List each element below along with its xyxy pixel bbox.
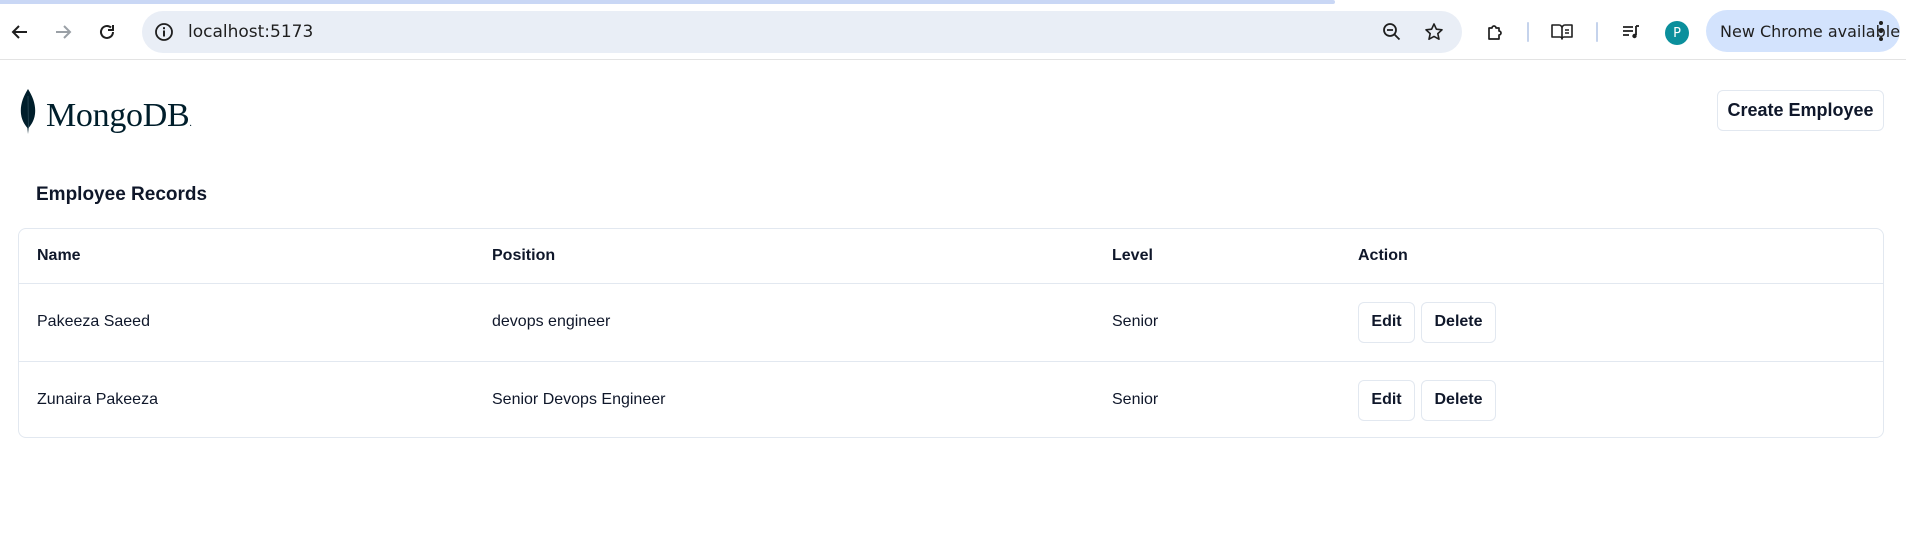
star-icon[interactable]	[1422, 20, 1446, 44]
media-queue-icon	[1623, 25, 1639, 39]
book-icon	[1551, 24, 1573, 40]
logo-text: MongoDB	[46, 97, 190, 134]
reload-button[interactable]	[89, 14, 125, 50]
arrow-left-icon	[11, 25, 27, 39]
leaf-icon	[20, 89, 36, 134]
browser-toolbar: localhost:5173 P New Chrome available	[0, 4, 1906, 60]
logo-mark: .	[189, 118, 192, 129]
reading-mode-button[interactable]	[1544, 14, 1580, 50]
update-chrome-button[interactable]: New Chrome available	[1706, 10, 1900, 52]
zoom-out-icon[interactable]	[1380, 20, 1404, 44]
profile-avatar[interactable]: P	[1665, 21, 1689, 45]
edit-button[interactable]: Edit	[1358, 379, 1415, 421]
cell-actions: Edit Delete	[1340, 283, 1883, 362]
media-button[interactable]	[1613, 14, 1649, 50]
address-bar[interactable]: localhost:5173	[142, 11, 1462, 53]
cell-level: Senior	[1112, 391, 1159, 409]
mongodb-logo[interactable]: MongoDB.	[18, 86, 192, 136]
update-chrome-label: New Chrome available	[1720, 22, 1901, 41]
create-employee-button[interactable]: Create Employee	[1717, 90, 1884, 131]
cell-name: Pakeeza Saeed	[19, 283, 474, 362]
puzzle-icon	[1488, 25, 1502, 40]
toolbar-separator	[1596, 22, 1598, 42]
url-text[interactable]: localhost:5173	[188, 22, 313, 42]
back-button[interactable]	[2, 14, 38, 50]
cell-name: Zunaira Pakeeza	[37, 391, 158, 409]
edit-button[interactable]: Edit	[1358, 301, 1415, 343]
toolbar-separator	[1527, 22, 1529, 42]
section-title: Employee Records	[36, 184, 208, 205]
column-header-position: Position	[474, 229, 1094, 284]
cell-level: Senior	[1094, 283, 1340, 362]
forward-button[interactable]	[45, 14, 81, 50]
table-row: Zunaira Pakeeza Senior Devops Engineer S…	[19, 361, 1883, 437]
reload-icon	[100, 24, 114, 39]
extensions-button[interactable]	[1477, 14, 1513, 50]
cell-actions: Edit Delete	[1340, 361, 1883, 437]
delete-button[interactable]: Delete	[1421, 301, 1496, 343]
arrow-right-icon	[56, 25, 72, 39]
column-header-action: Action	[1340, 229, 1883, 284]
table-row: Pakeeza Saeed devops engineer Senior Edi…	[19, 283, 1883, 362]
info-icon[interactable]	[152, 20, 176, 44]
cell-position: Senior Devops Engineer	[492, 391, 666, 409]
column-header-level: Level	[1094, 229, 1340, 284]
kebab-menu-icon[interactable]	[1878, 21, 1884, 41]
delete-button[interactable]: Delete	[1421, 379, 1496, 421]
cell-position: devops engineer	[474, 283, 1094, 362]
logo-wordmark: MongoDB.	[46, 97, 192, 135]
table-header-row: Name Position Level Action	[19, 229, 1883, 284]
column-header-name: Name	[19, 229, 474, 284]
employee-table: Name Position Level Action Pakeeza Saeed…	[18, 228, 1884, 438]
